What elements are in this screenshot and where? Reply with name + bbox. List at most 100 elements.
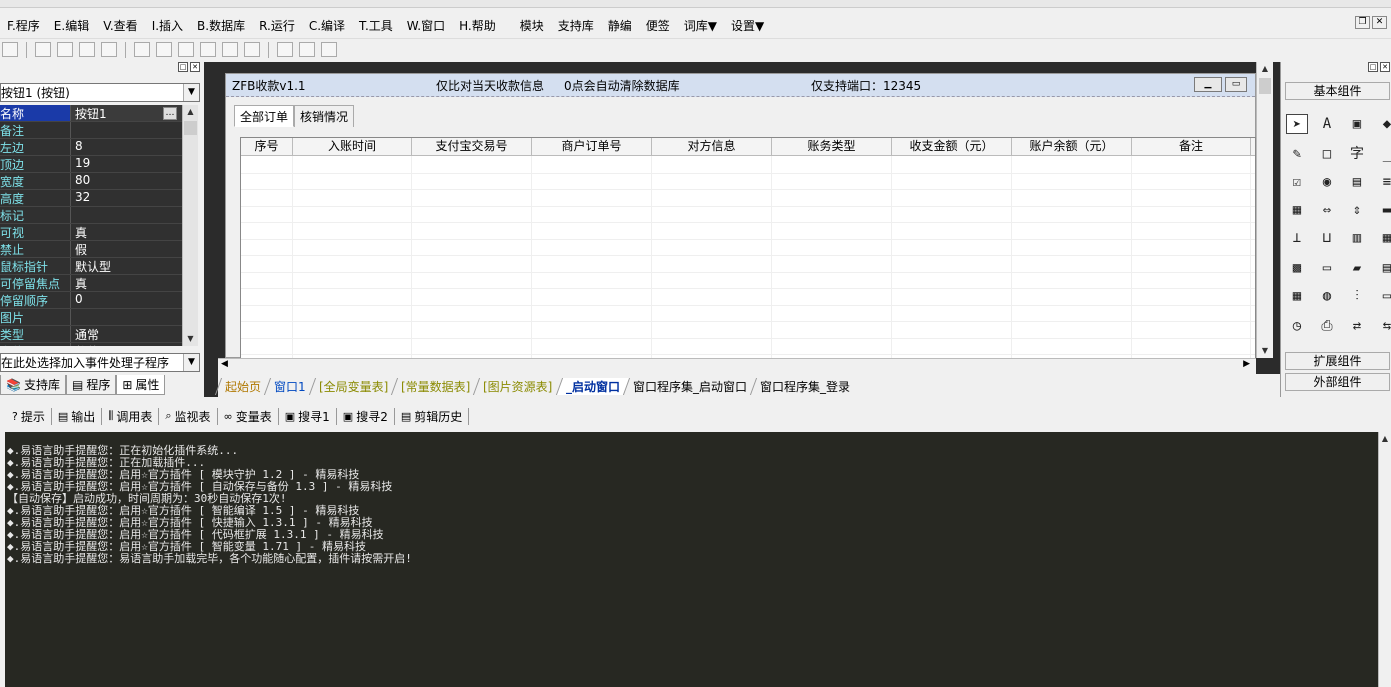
printer-icon[interactable]: ⎙: [1316, 316, 1338, 336]
property-row[interactable]: 可停留焦点真: [0, 275, 197, 292]
designer-hscrollbar[interactable]: ◀ ▶: [218, 358, 1256, 374]
calendar-icon[interactable]: ▦: [1376, 228, 1391, 248]
scrollbar-h-icon[interactable]: ⇔: [1316, 200, 1338, 220]
property-scrollbar[interactable]: ▲ ▼: [182, 105, 198, 346]
property-row[interactable]: 左边 8: [0, 139, 197, 156]
close-icon[interactable]: ✕: [1372, 16, 1387, 29]
close-icon[interactable]: ✕: [1380, 62, 1390, 72]
scroll-right-icon[interactable]: ▶: [1243, 359, 1250, 369]
same-width-icon[interactable]: [178, 42, 194, 57]
property-value[interactable]: 默认型: [70, 258, 197, 274]
column-header[interactable]: 入账时间: [293, 138, 412, 155]
center-v-icon[interactable]: [156, 42, 172, 57]
menu-edit[interactable]: E.编辑: [47, 17, 96, 34]
ellipsis-button[interactable]: …: [163, 107, 177, 120]
component-combo[interactable]: 按钮1 (按钮) ▼: [0, 83, 200, 102]
scroll-left-icon[interactable]: ◀: [221, 359, 228, 369]
property-value[interactable]: 8: [70, 139, 197, 155]
menu-compile[interactable]: C.编译: [302, 17, 352, 34]
property-value[interactable]: [70, 309, 197, 325]
property-row[interactable]: 名称 按钮1…: [0, 105, 197, 122]
size-w-icon[interactable]: [277, 42, 293, 57]
property-value[interactable]: 真: [70, 224, 197, 240]
event-combo[interactable]: 在此处选择加入事件处理子程序 ▼: [0, 353, 200, 372]
tab-search1[interactable]: ▣ 搜寻1: [279, 407, 337, 425]
property-value[interactable]: 假: [70, 241, 197, 257]
menu-database[interactable]: B.数据库: [190, 17, 252, 34]
space-h-icon[interactable]: [222, 42, 238, 57]
listbox-icon[interactable]: ≡: [1376, 172, 1391, 192]
menu-help[interactable]: H.帮助: [452, 17, 503, 34]
progress-icon[interactable]: ▬: [1376, 200, 1391, 220]
restore-icon[interactable]: ❐: [1355, 16, 1370, 29]
chevron-down-icon[interactable]: ▼: [183, 84, 199, 101]
tab-watch[interactable]: ⌕ 监视表: [159, 407, 218, 425]
same-height-icon[interactable]: [200, 42, 216, 57]
basic-components-header[interactable]: 基本组件: [1285, 82, 1390, 100]
text-icon[interactable]: 字: [1346, 144, 1368, 164]
combobox-icon[interactable]: ▤: [1346, 172, 1368, 192]
tab-clip-history[interactable]: ▤ 剪辑历史: [395, 407, 470, 425]
column-header[interactable]: 备注: [1132, 138, 1251, 155]
property-value[interactable]: [70, 207, 197, 223]
listview-icon[interactable]: ▦: [1286, 200, 1308, 220]
tab-search2[interactable]: ▣ 搜寻2: [337, 407, 395, 425]
tab-icon[interactable]: ⊔: [1316, 228, 1338, 248]
table-icon[interactable]: ▦: [1286, 286, 1308, 306]
scroll-up-icon[interactable]: ▲: [1257, 62, 1273, 76]
statusbar-icon[interactable]: ▭: [1376, 286, 1391, 306]
scrollbar-v-icon[interactable]: ⇕: [1346, 200, 1368, 220]
tab-startup-window[interactable]: _启动窗口: [555, 377, 629, 395]
groupbox-icon[interactable]: □: [1316, 144, 1338, 164]
splitter[interactable]: [204, 62, 218, 397]
label-icon[interactable]: A: [1316, 114, 1338, 134]
scroll-up-icon[interactable]: ▲: [183, 105, 198, 119]
scroll-thumb[interactable]: [184, 121, 197, 135]
toolbar-icon[interactable]: ▤: [1376, 258, 1391, 278]
property-value[interactable]: 真: [70, 275, 197, 291]
column-header[interactable]: 收支金额（元）: [892, 138, 1012, 155]
tab-hints[interactable]: ? 提示: [6, 407, 52, 425]
property-row[interactable]: 类型 通常: [0, 326, 197, 343]
column-header[interactable]: 账务类型: [772, 138, 892, 155]
property-value[interactable]: 80: [70, 173, 197, 189]
designer-vscrollbar[interactable]: ▲ ▼: [1256, 62, 1273, 358]
pin-icon[interactable]: □: [1368, 62, 1378, 72]
menu-static-compile[interactable]: 静编: [601, 17, 639, 34]
scroll-up-icon[interactable]: ▲: [1379, 432, 1391, 446]
chevron-down-icon[interactable]: ▼: [183, 354, 199, 371]
tab-global-vars[interactable]: [全局变量表]: [308, 377, 398, 395]
toolbar-icon[interactable]: [2, 42, 18, 57]
slider-icon[interactable]: ⊥: [1286, 228, 1308, 248]
property-row[interactable]: 禁止 假: [0, 241, 197, 258]
timer-icon[interactable]: ◷: [1286, 316, 1308, 336]
maximize-icon[interactable]: ▭: [1225, 77, 1247, 92]
tab-start-page[interactable]: 起始页: [214, 377, 271, 395]
property-value[interactable]: 0: [70, 292, 197, 308]
align-bottom-icon[interactable]: [101, 42, 117, 57]
property-row[interactable]: 标记: [0, 207, 197, 224]
orders-table[interactable]: 序号 入账时间 支付宝交易号 商户订单号 对方信息 账务类型 收支金额（元） 账户余额（元）备…: [240, 137, 1256, 359]
center-h-icon[interactable]: [134, 42, 150, 57]
menu-notes[interactable]: 便签: [639, 17, 677, 34]
property-value[interactable]: 19: [70, 156, 197, 172]
shape-icon[interactable]: ◆: [1376, 114, 1391, 134]
menu-module[interactable]: 模块: [513, 17, 551, 34]
property-row[interactable]: 可视 真: [0, 224, 197, 241]
menu-insert[interactable]: I.插入: [145, 17, 190, 34]
size-h-icon[interactable]: [299, 42, 315, 57]
client-icon[interactable]: ⇄: [1346, 316, 1368, 336]
folder-icon[interactable]: ▰: [1346, 258, 1368, 278]
database-icon[interactable]: ▥: [1346, 228, 1368, 248]
menu-settings[interactable]: 设置▼: [724, 17, 771, 34]
menu-run[interactable]: R.运行: [252, 17, 302, 34]
column-header[interactable]: 账户余额（元）: [1012, 138, 1132, 155]
button-icon[interactable]: ▭: [1316, 258, 1338, 278]
tab-call-stack[interactable]: ⫼ 调用表: [102, 407, 160, 425]
output-scrollbar[interactable]: ▲: [1378, 432, 1391, 687]
tab-image-resources[interactable]: [图片资源表]: [473, 377, 562, 395]
close-icon[interactable]: ✕: [190, 62, 200, 72]
property-value[interactable]: 32: [70, 190, 197, 206]
property-row[interactable]: 高度 32: [0, 190, 197, 207]
tab-constants[interactable]: [常量数据表]: [390, 377, 480, 395]
